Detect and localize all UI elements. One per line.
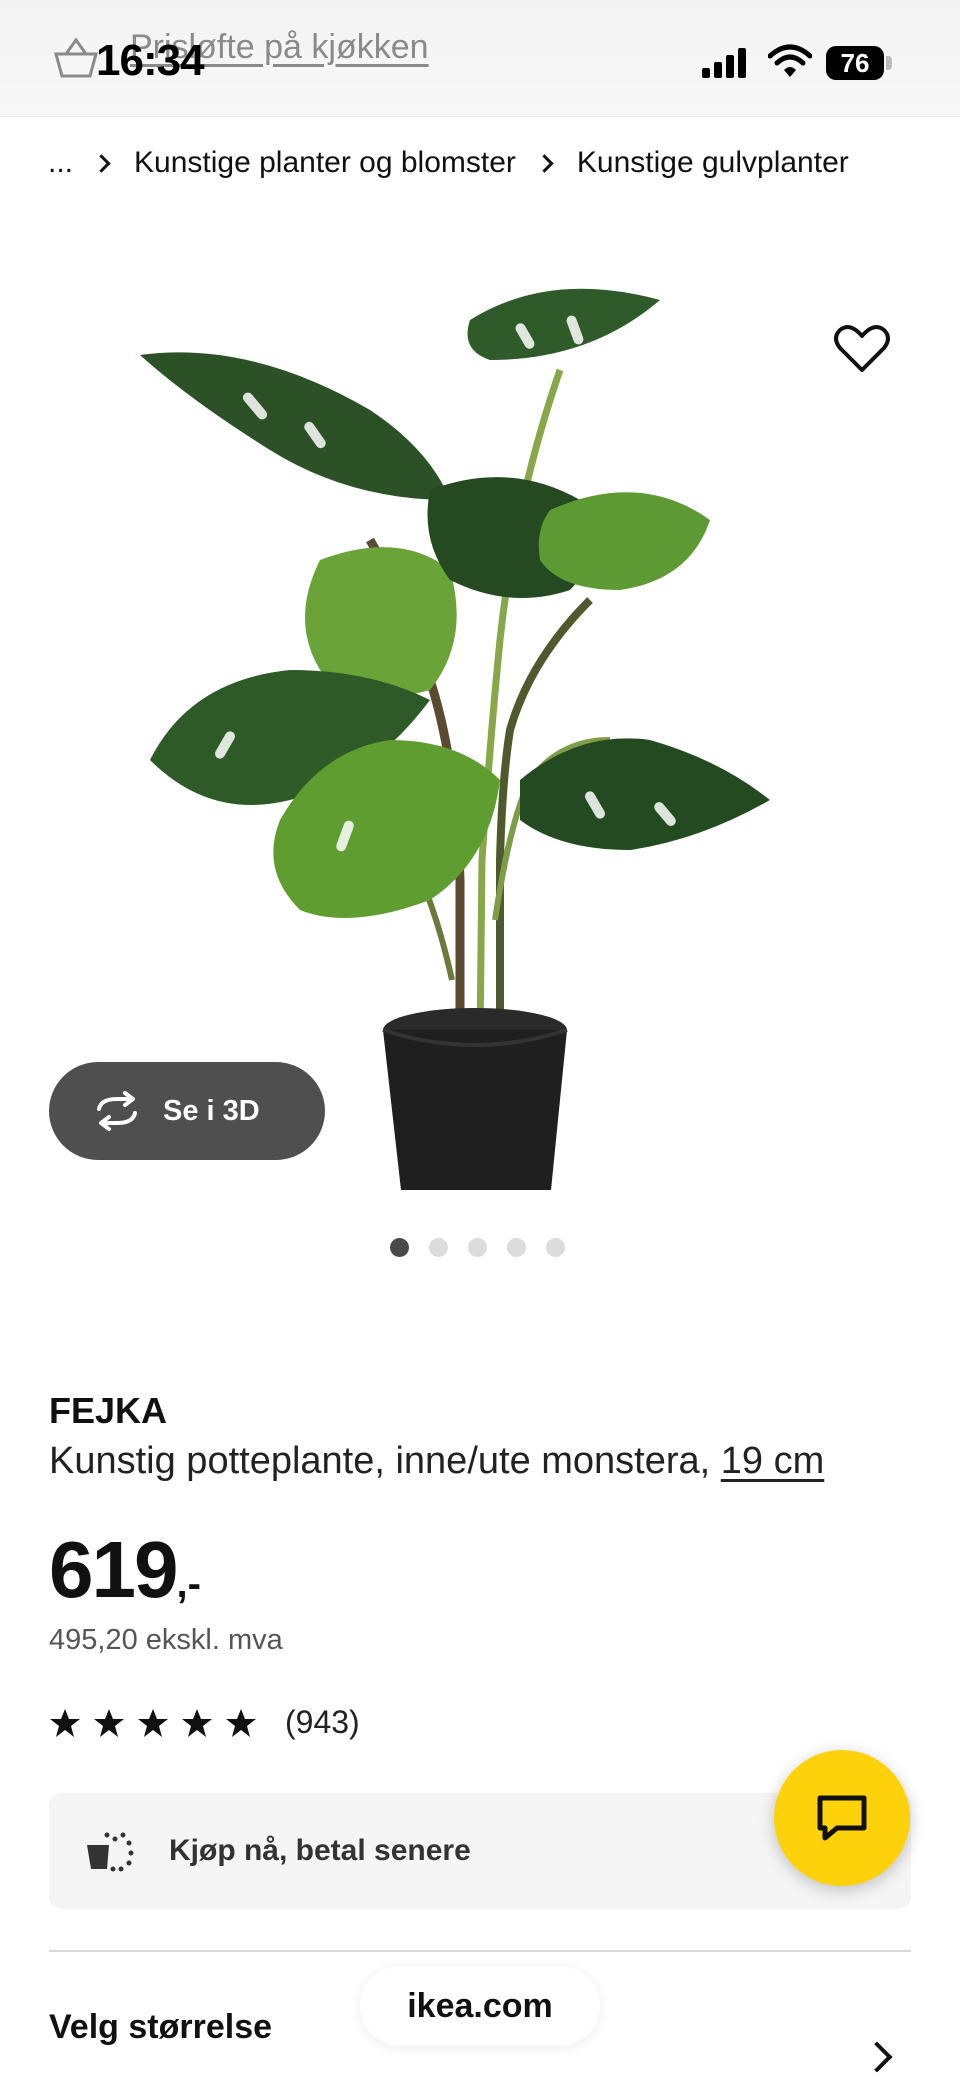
- gallery-dot[interactable]: [468, 1238, 487, 1257]
- plant-pot: [382, 1008, 568, 1190]
- basket-icon: [54, 37, 98, 78]
- product-description: Kunstig potteplante, inne/ute monstera, …: [49, 1440, 824, 1483]
- breadcrumb: ... Kunstige planter og blomster Kunstig…: [48, 146, 849, 180]
- product-rating[interactable]: (943): [49, 1704, 360, 1741]
- chevron-right-icon: [92, 153, 111, 173]
- buy-now-pay-later-label: Kjøp nå, betal senere: [169, 1834, 471, 1867]
- status-bar: Prisløfte på kjøkken 16:34 76: [0, 0, 960, 117]
- view-in-3d-button[interactable]: Se i 3D: [49, 1062, 325, 1160]
- gallery-dot[interactable]: [507, 1238, 526, 1257]
- payment-bag-icon: [87, 1832, 134, 1872]
- gallery-dot[interactable]: [429, 1238, 448, 1257]
- favorite-heart-icon[interactable]: [830, 318, 894, 378]
- breadcrumb-item-floor-plants[interactable]: Kunstige gulvplanter: [577, 146, 849, 180]
- chevron-right-icon: [535, 153, 554, 173]
- price-suffix: ,-: [176, 1562, 201, 1606]
- clock: 16:34: [96, 36, 205, 85]
- price-excl-vat: 495,20 ekskl. mva: [49, 1624, 283, 1656]
- product-description-text: Kunstig potteplante, inne/ute monstera,: [49, 1440, 721, 1482]
- view-in-3d-label: Se i 3D: [163, 1094, 260, 1127]
- breadcrumb-ellipsis[interactable]: ...: [48, 146, 73, 180]
- choose-size-heading[interactable]: Velg størrelse: [49, 2008, 272, 2047]
- battery-indicator: 76: [826, 46, 884, 80]
- star-icon: [94, 1708, 124, 1737]
- chevron-right-icon[interactable]: [861, 2041, 893, 2073]
- price-value: 619: [49, 1525, 178, 1614]
- star-icon: [182, 1708, 212, 1737]
- product-name: FEJKA: [49, 1390, 168, 1431]
- rating-count: (943): [285, 1704, 360, 1740]
- gallery-dot[interactable]: [390, 1238, 409, 1257]
- star-icon: [226, 1708, 256, 1737]
- chat-bubble-icon: [817, 1795, 867, 1841]
- breadcrumb-item-artificial-plants[interactable]: Kunstige planter og blomster: [134, 146, 516, 180]
- product-image[interactable]: [130, 260, 830, 1200]
- product-price: 619,-: [49, 1524, 201, 1616]
- battery-tip: [886, 56, 892, 70]
- browser-url-bar[interactable]: ikea.com: [360, 1966, 600, 2046]
- section-divider: [49, 1950, 911, 1952]
- star-icon: [138, 1708, 168, 1737]
- wifi-icon: [768, 44, 812, 77]
- cellular-signal-icon: [702, 48, 746, 78]
- product-size-link[interactable]: 19 cm: [721, 1440, 824, 1482]
- rotate-3d-icon: [97, 1091, 137, 1131]
- gallery-dot[interactable]: [546, 1238, 565, 1257]
- star-icon: [50, 1708, 80, 1737]
- gallery-pagination: [390, 1238, 565, 1257]
- plant-leaves: [140, 288, 770, 918]
- chat-button[interactable]: [774, 1750, 910, 1886]
